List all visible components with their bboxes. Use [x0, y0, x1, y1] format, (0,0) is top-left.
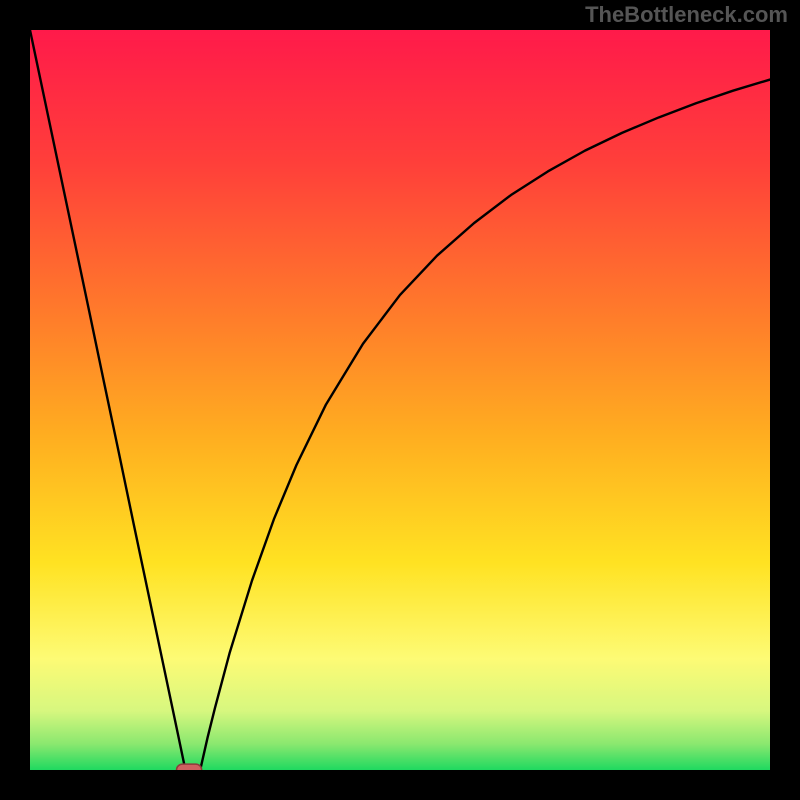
plot-svg — [30, 30, 770, 770]
chart-container: TheBottleneck.com — [0, 0, 800, 800]
gradient-background — [30, 30, 770, 770]
watermark-text: TheBottleneck.com — [585, 2, 788, 28]
optimum-marker — [177, 764, 202, 770]
plot-area — [30, 30, 770, 770]
